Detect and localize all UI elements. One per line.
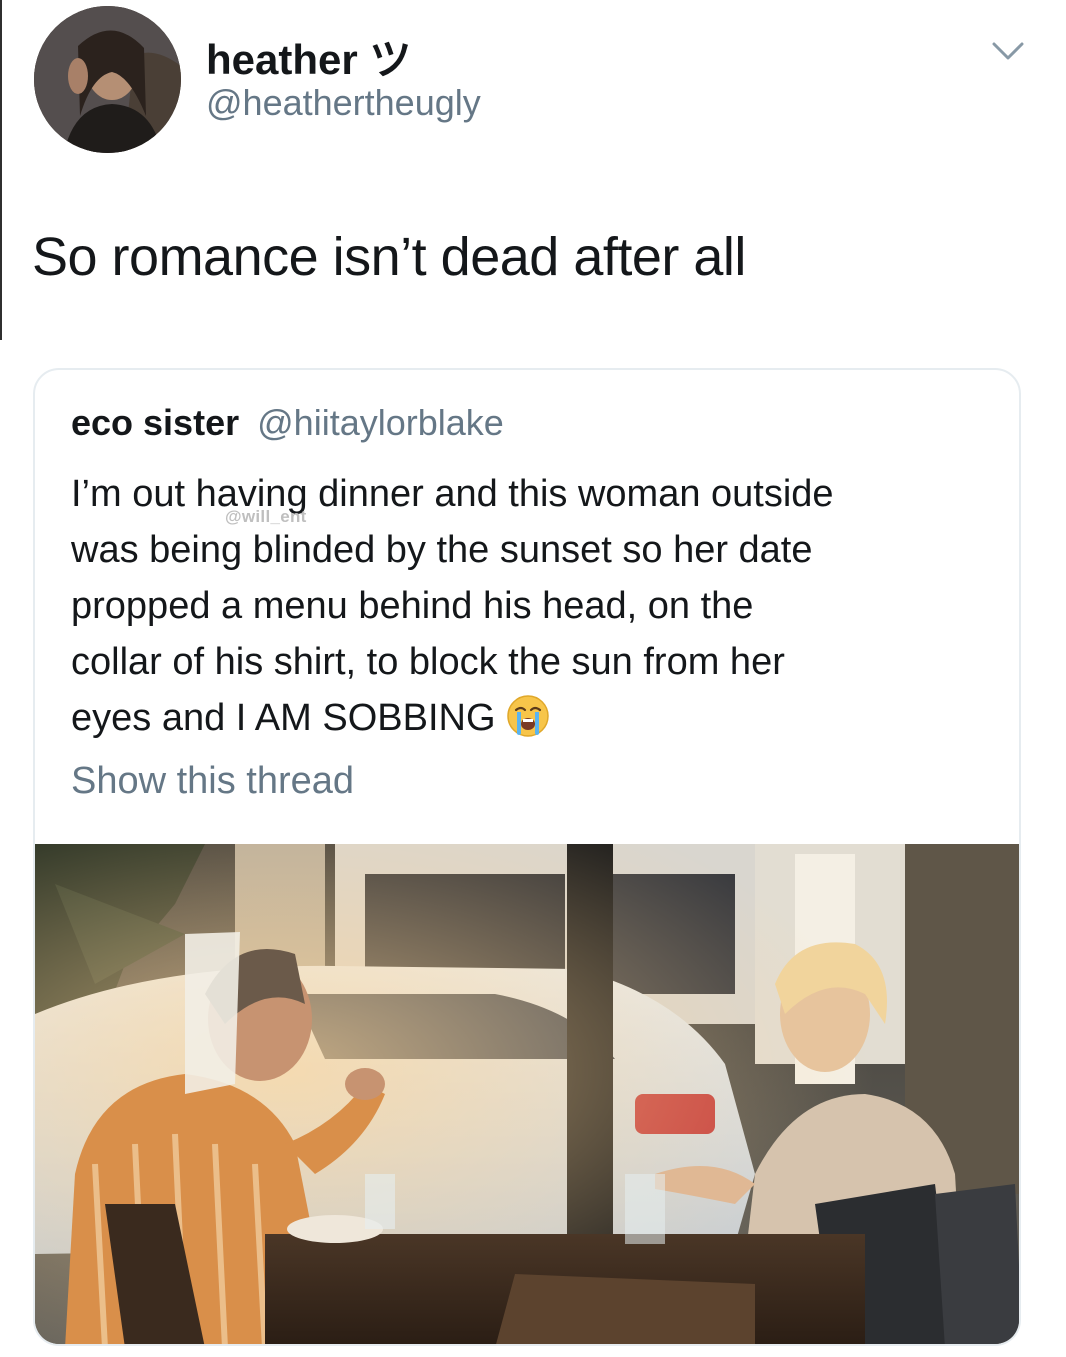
- quoted-text-line: propped a menu behind his head, on the: [71, 585, 754, 627]
- author-avatar[interactable]: [34, 6, 181, 153]
- attached-photo[interactable]: [35, 844, 1019, 1344]
- author-handle[interactable]: @heathertheugly: [206, 82, 481, 124]
- quoted-text-line: eyes and I AM SOBBING: [71, 697, 496, 739]
- author-display-name[interactable]: heather ツ: [206, 26, 411, 87]
- quoted-text-line-last: eyes and I AM SOBBING: [71, 690, 991, 746]
- quoted-tweet-header: eco sister @hiitaylorblake: [71, 402, 504, 444]
- quoted-tweet-text: I’m out having dinner and this woman out…: [71, 466, 991, 746]
- chevron-down-icon[interactable]: [990, 40, 1026, 64]
- tweet-text: So romance isn’t dead after all: [32, 227, 746, 287]
- show-thread-link[interactable]: Show this thread: [71, 760, 354, 803]
- loudly-crying-face-emoji: [506, 695, 549, 737]
- quoted-display-name[interactable]: eco sister: [71, 402, 239, 443]
- quoted-text-line: collar of his shirt, to block the sun fr…: [71, 641, 785, 683]
- watermark: @will_ent: [225, 507, 307, 526]
- quoted-tweet-card[interactable]: eco sister @hiitaylorblake I’m out havin…: [33, 368, 1021, 1346]
- quoted-text-line: was being blinded by the sunset so her d…: [71, 529, 813, 571]
- quoted-handle[interactable]: @hiitaylorblake: [257, 402, 504, 443]
- quoted-text-line: I’m out having dinner and this woman out…: [71, 473, 834, 515]
- left-edge-rule: [0, 0, 2, 340]
